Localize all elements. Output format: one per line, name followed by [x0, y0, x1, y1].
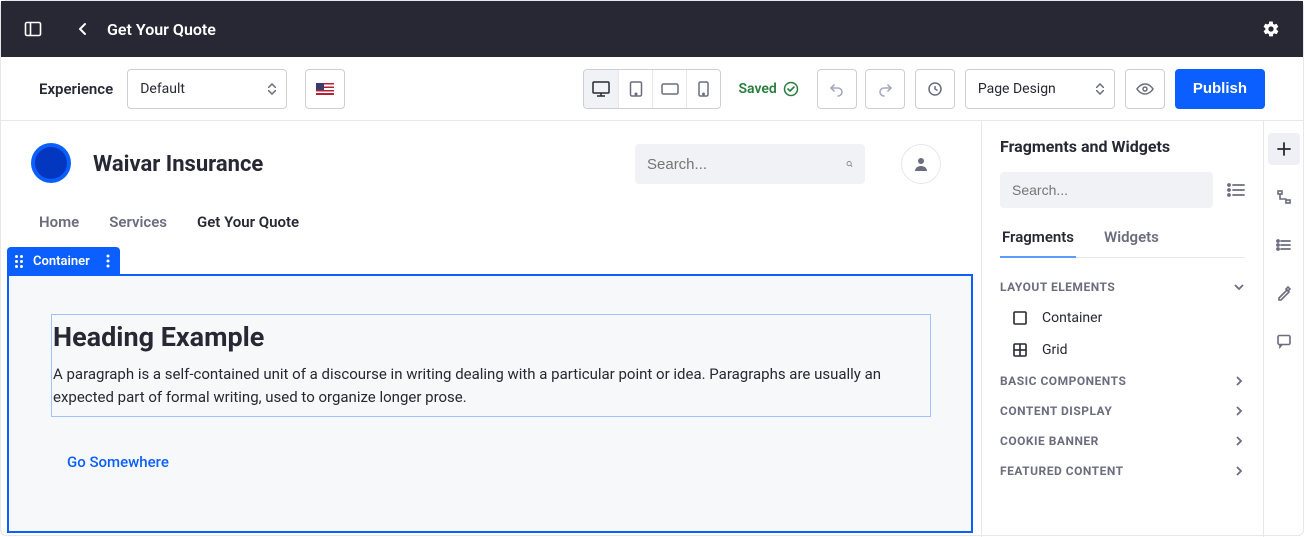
paragraph-fragment[interactable]: A paragraph is a self-contained unit of …: [53, 363, 926, 408]
app-header: Get Your Quote: [1, 1, 1303, 57]
rail-contents-button[interactable]: [1268, 229, 1300, 261]
experience-label: Experience: [39, 80, 113, 98]
selection-handle[interactable]: Container: [7, 247, 120, 275]
section-basic-components[interactable]: BASIC COMPONENTS: [1000, 366, 1245, 396]
page-title: Get Your Quote: [107, 20, 216, 39]
panel-search-input[interactable]: [1012, 182, 1201, 198]
rail-styles-button[interactable]: [1268, 277, 1300, 309]
selection-label: Container: [33, 254, 90, 269]
chevron-right-icon: [1233, 435, 1245, 447]
publish-button[interactable]: Publish: [1175, 69, 1265, 109]
section-cookie-banner[interactable]: COOKIE BANNER: [1000, 426, 1245, 456]
fragments-panel: Fragments and Widgets Fragments Widgets …: [981, 121, 1263, 537]
page-design-value: Page Design: [978, 81, 1056, 97]
caret-updown-icon: [1096, 83, 1104, 95]
site-search[interactable]: [635, 144, 865, 184]
container-icon: [1012, 310, 1028, 326]
settings-button[interactable]: [1255, 13, 1287, 45]
panel-title: Fragments and Widgets: [1000, 137, 1245, 156]
panel-search[interactable]: [1000, 172, 1213, 208]
nav-item-get-your-quote[interactable]: Get Your Quote: [197, 213, 299, 231]
section-featured-content[interactable]: FEATURED CONTENT: [1000, 456, 1245, 486]
us-flag-icon: [316, 83, 334, 95]
back-button[interactable]: [67, 13, 99, 45]
list-view-button[interactable]: [1227, 182, 1245, 198]
experience-select[interactable]: Default: [127, 69, 287, 109]
nav-item-home[interactable]: Home: [39, 213, 79, 231]
selected-container[interactable]: Heading Example A paragraph is a self-co…: [7, 274, 973, 533]
user-avatar[interactable]: [901, 144, 941, 184]
rail-comments-button[interactable]: [1268, 325, 1300, 357]
editor-toolbar: Experience Default Saved: [1, 57, 1303, 121]
redo-button[interactable]: [865, 69, 905, 109]
search-icon: [846, 155, 853, 173]
sidebar-toggle-button[interactable]: [17, 13, 49, 45]
site-logo: [31, 143, 73, 185]
side-rail: [1263, 121, 1303, 537]
rail-tree-button[interactable]: [1268, 181, 1300, 213]
saved-status: Saved: [739, 81, 799, 97]
experience-value: Default: [140, 81, 185, 97]
history-button[interactable]: [915, 69, 955, 109]
section-layout-elements[interactable]: LAYOUT ELEMENTS: [1000, 272, 1245, 302]
rail-add-button[interactable]: [1268, 133, 1300, 165]
chevron-right-icon: [1233, 405, 1245, 417]
device-preview-group: [583, 69, 721, 109]
section-content-display[interactable]: CONTENT DISPLAY: [1000, 396, 1245, 426]
device-desktop-button[interactable]: [584, 70, 618, 108]
site-nav: Home Services Get Your Quote: [31, 213, 981, 231]
site-search-input[interactable]: [647, 156, 846, 173]
heading-fragment[interactable]: Heading Example: [53, 321, 926, 353]
device-tablet-button[interactable]: [618, 70, 652, 108]
grid-icon: [1012, 342, 1028, 358]
preview-button[interactable]: [1125, 69, 1165, 109]
tab-widgets[interactable]: Widgets: [1102, 220, 1161, 257]
chevron-down-icon: [1233, 281, 1245, 293]
device-landscape-button[interactable]: [652, 70, 686, 108]
page-canvas: Waivar Insurance Home Services Get Your …: [1, 121, 981, 537]
page-design-select[interactable]: Page Design: [965, 69, 1115, 109]
tab-fragments[interactable]: Fragments: [1000, 220, 1076, 258]
check-circle-icon: [783, 81, 799, 97]
site-title: Waivar Insurance: [93, 152, 263, 177]
nav-item-services[interactable]: Services: [109, 213, 167, 231]
caret-updown-icon: [268, 83, 276, 95]
selection-menu-button[interactable]: [106, 254, 110, 268]
locale-button[interactable]: [305, 69, 345, 109]
drag-icon: [15, 255, 23, 268]
device-mobile-button[interactable]: [686, 70, 720, 108]
fragment-container[interactable]: Container: [1000, 302, 1245, 334]
panel-tabs: Fragments Widgets: [1000, 220, 1245, 258]
main-area: Waivar Insurance Home Services Get Your …: [1, 121, 1303, 537]
fragment-grid[interactable]: Grid: [1000, 334, 1245, 366]
undo-button[interactable]: [817, 69, 857, 109]
link-fragment[interactable]: Go Somewhere: [67, 453, 169, 471]
chevron-right-icon: [1233, 375, 1245, 387]
content-selection[interactable]: Heading Example A paragraph is a self-co…: [51, 314, 931, 417]
chevron-right-icon: [1233, 465, 1245, 477]
site-header: Waivar Insurance: [31, 143, 981, 185]
